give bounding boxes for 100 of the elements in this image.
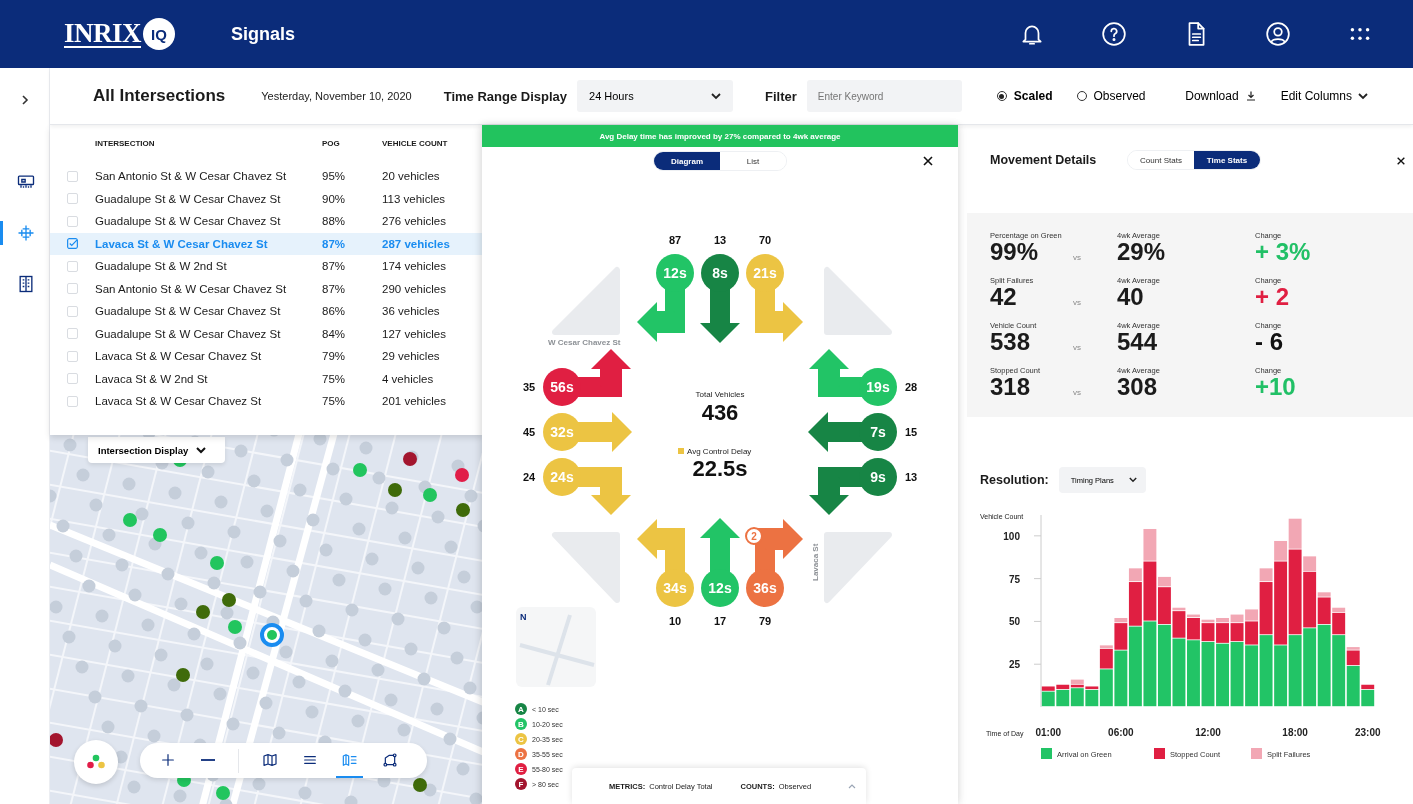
vehicle-count: 87 [668,234,682,246]
average-value: 40 [1117,285,1144,309]
delay-value: 22.5s [692,456,748,481]
table-cell-text: Lavaca St & W Cesar Chavez St [95,237,269,250]
table-cell-text: 20 vehicles [382,170,441,183]
table-cell-text: 79% [322,350,347,363]
vs-label: vs [1073,388,1082,397]
stat-value: 318 [990,375,1032,399]
delay-label: 8s [712,265,728,281]
column-header[interactable]: VEHICLE COUNT [382,138,482,148]
table-cell-text: 87% [322,282,347,295]
average-value: 308 [1117,375,1158,399]
table-cell-text: 174 vehicles [382,260,447,273]
grade-letter: B [518,720,524,729]
caret-icon [711,92,721,100]
alert-badge: 2 [745,527,763,545]
plus-icon [159,751,176,768]
table-cell-text: Guadalupe St & W Cesar Chavez St [95,327,282,340]
mode-radio[interactable]: Scaled [996,89,1053,103]
delay-label: 12s [663,265,687,281]
delay-label: 34s [663,580,687,596]
table-cell-text: 4 vehicles [382,372,435,385]
account-icon[interactable] [1265,21,1291,47]
page-title: All Intersections [93,86,226,106]
vs-label: vs [1073,253,1082,262]
table-row[interactable]: San Antonio St & W Cesar Chavez St 95% 20 vehicles [50,165,482,188]
table-cell-text: Guadalupe St & W 2nd St [95,260,228,273]
stat-value: 99% [990,240,1040,264]
table-row[interactable]: Lavaca St & W Cesar Chavez St 75% 201 vehicles [50,390,482,413]
intersection-icon [16,223,36,243]
table-row[interactable]: Guadalupe St & W 2nd St 87% 174 vehicles [50,255,482,278]
download-button[interactable]: Download [1185,89,1257,103]
change-value: + 2 [1255,285,1291,309]
table-row[interactable]: Lavaca St & W Cesar Chavez St 79% 29 vehicles [50,345,482,368]
vs-label: vs [1073,343,1082,352]
table-cell-text: Guadalupe St & W Cesar Chavez St [95,305,282,318]
change-value: - 6 [1255,330,1284,354]
grade-letter: D [518,750,524,759]
vs-label: vs [1073,298,1082,307]
view-tab[interactable]: Diagram [654,152,720,170]
delay-label: 56s [550,379,574,395]
panel-title: Movement Details [990,153,1098,167]
table-row[interactable]: Guadalupe St & W Cesar Chavez St 84% 127 vehicles [50,322,482,345]
table-cell-text: 95% [322,170,347,183]
help-icon[interactable] [1101,21,1127,47]
stat-value: 538 [990,330,1032,354]
route-icon [381,751,398,768]
table-cell-text: Guadalupe St & W Cesar Chavez St [95,192,282,205]
grade-letter: C [518,735,524,744]
checkbox[interactable] [67,238,78,250]
vehicle-count: 35 [522,381,536,393]
edit-columns-button[interactable]: Edit Columns [1280,89,1368,103]
x-tick-label: 18:00 [1282,727,1308,738]
north-label: N [520,612,527,622]
grade-letter: A [518,705,524,714]
close-icon [922,155,934,167]
vehicle-count: 70 [758,234,772,246]
improvement-banner: Avg Delay time has improved by 27% compared to 4wk average [482,125,958,147]
table-cell-text: 86% [322,305,347,318]
vehicle-count: 13 [904,471,918,483]
filter-label: Filter [765,88,797,104]
view-tab[interactable]: Time Stats [1194,151,1260,169]
table-cell-text: 75% [322,395,347,408]
date-label: Yesterday, November 10, 2020 [261,90,412,102]
app-title: Signals [231,23,296,45]
chart-bar [1288,635,1302,707]
intersection-display-dropdown[interactable]: Intersection Display [88,437,225,463]
column-header[interactable]: POG [322,138,382,148]
legend-swatch [1154,748,1165,759]
table-row[interactable]: Guadalupe St & W Cesar Chavez St 90% 113 vehicles [50,187,482,210]
map-list-icon [341,751,358,768]
caret-icon [196,446,207,454]
download-icon [1244,90,1257,102]
close-button[interactable] [922,155,934,167]
grade-letter: E [518,765,524,774]
resolution-label: Resolution: [980,473,1049,487]
stat-value: 42 [990,285,1018,309]
mode-radio[interactable]: Observed [1076,89,1146,103]
time-range-select[interactable]: 24 Hours [577,80,733,112]
table-cell-text: 75% [322,372,347,385]
x-tick-label: 12:00 [1195,727,1221,738]
vehicle-count: 28 [904,381,918,393]
legend-swatch [1251,748,1262,759]
table-cell-text: 36 vehicles [382,305,441,318]
delay-swatch [678,448,684,454]
column-header[interactable]: INTERSECTION [95,138,322,148]
filter-field[interactable]: Enter Keyword [806,80,962,112]
table-cell-text: 87% [322,260,347,273]
delay-label: 21s [753,265,777,281]
table-cell-text: San Antonio St & W Cesar Chavez St [95,170,288,183]
caret-icon[interactable] [848,783,856,789]
minus-icon [200,758,215,761]
time-range-label: Time Range Display [443,88,567,104]
table-row[interactable]: San Antonio St & W Cesar Chavez St 87% 290 vehicles [50,277,482,300]
table-cell-text: 276 vehicles [382,215,447,228]
table-row[interactable]: Guadalupe St & W Cesar Chavez St 88% 276 vehicles [50,210,482,233]
table-row[interactable]: Guadalupe St & W Cesar Chavez St 86% 36 vehicles [50,300,482,323]
grade-letter: F [518,780,524,789]
delay-label: 19s [866,379,890,395]
table-row[interactable]: Lavaca St & W 2nd St 75% 4 vehicles [50,367,482,390]
